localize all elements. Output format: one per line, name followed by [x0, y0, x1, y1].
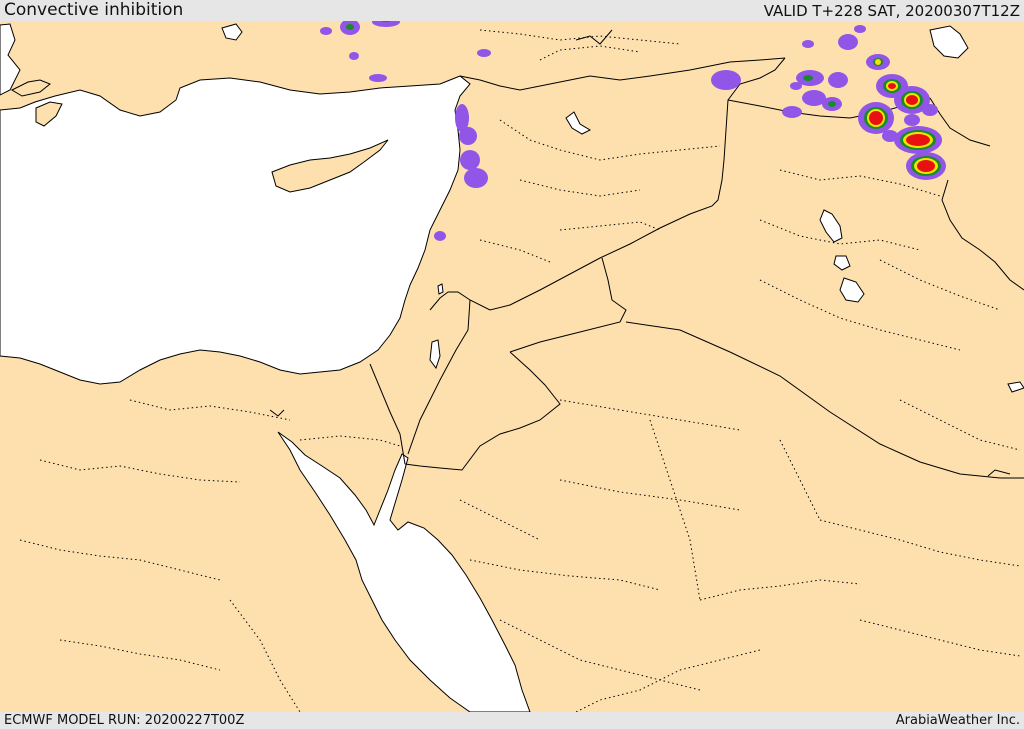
map-area [0, 21, 1024, 712]
valid-time: VALID T+228 SAT, 20200307T12Z [763, 2, 1020, 20]
map-header: Convective inhibition VALID T+228 SAT, 2… [0, 0, 1024, 21]
map-canvas [0, 21, 1024, 712]
credit-label: ArabiaWeather Inc. [895, 713, 1020, 728]
map-title: Convective inhibition [4, 0, 184, 20]
model-run-label: ECMWF MODEL RUN: 20200227T00Z [4, 713, 245, 728]
map-footer: ECMWF MODEL RUN: 20200227T00Z ArabiaWeat… [0, 712, 1024, 729]
sea-of-galilee [437, 283, 444, 295]
